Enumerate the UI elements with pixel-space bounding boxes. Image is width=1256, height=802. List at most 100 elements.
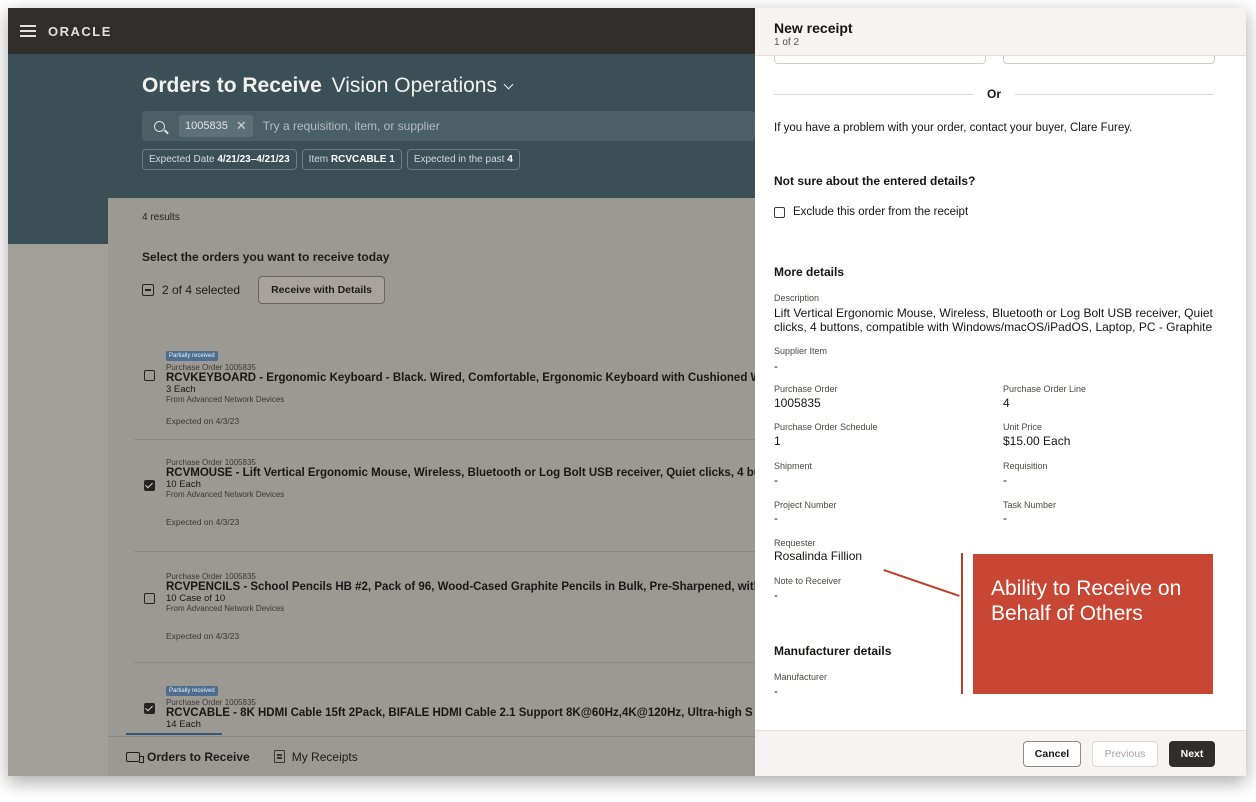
note-to-receiver-value: - (774, 588, 778, 602)
status-badge: Partially received (166, 351, 218, 361)
order-expected-date: Expected on 4/3/23 (166, 517, 240, 527)
nav-orders-to-receive[interactable]: Orders to Receive (126, 750, 250, 764)
top-bar: ORACLE (8, 8, 755, 54)
chip-value: 4/21/23–4/21/23 (217, 154, 290, 165)
input-field-stub[interactable] (1003, 56, 1215, 64)
status-badge: Partially received (166, 686, 218, 696)
unit-price-value: $15.00 Each (1003, 434, 1071, 448)
order-po: Purchase Order 1005835 (166, 698, 256, 707)
select-all-checkbox[interactable] (142, 284, 154, 296)
po-schedule-label: Purchase Order Schedule (774, 422, 878, 432)
filter-chips: Expected Date 4/21/23–4/21/23 Item RCVCA… (142, 149, 520, 170)
manufacturer-label: Manufacturer (774, 672, 828, 682)
search-token-label: 1005835 (185, 120, 228, 132)
callout-bar (961, 553, 963, 694)
order-row[interactable]: Partially received Purchase Order 100583… (134, 663, 755, 743)
oracle-logo: ORACLE (48, 23, 112, 39)
project-number-value: - (774, 511, 778, 525)
order-checkbox-checked[interactable] (144, 703, 155, 714)
search-token[interactable]: 1005835 ✕ (179, 115, 253, 137)
selection-toolbar: 2 of 4 selected Receive with Details (142, 276, 386, 304)
previous-button[interactable]: Previous (1092, 741, 1158, 767)
exclude-order-option[interactable]: Exclude this order from the receipt (774, 206, 968, 218)
chip-value: 4 (507, 154, 513, 165)
requester-value: Rosalinda Fillion (774, 549, 863, 563)
chevron-down-icon[interactable] (503, 79, 514, 90)
results-count: 4 results (142, 212, 180, 223)
business-unit-selector[interactable]: Vision Operations (332, 74, 497, 97)
input-field-stub[interactable] (774, 56, 986, 64)
order-checkbox-checked[interactable] (144, 480, 155, 491)
truck-icon (126, 751, 144, 763)
cancel-button[interactable]: Cancel (1023, 741, 1081, 767)
purchase-order-label: Purchase Order (774, 384, 838, 394)
filter-chip-expected-past[interactable]: Expected in the past 4 (406, 149, 520, 170)
orders-panel: 4 results Select the orders you want to … (108, 198, 755, 776)
nav-my-receipts[interactable]: My Receipts (273, 749, 358, 764)
order-quantity: 3 Each (166, 384, 196, 395)
app-window: ORACLE Orders to Receive Vision Operatio… (8, 8, 1246, 776)
manufacturer-value: - (774, 684, 778, 698)
task-number-value: - (1003, 511, 1007, 525)
shipment-value: - (774, 473, 778, 487)
order-item: RCVPENCILS - School Pencils HB #2, Pack … (166, 581, 755, 593)
order-row[interactable]: Purchase Order 1005835 RCVMOUSE - Lift V… (134, 440, 755, 552)
note-to-receiver-label: Note to Receiver (774, 576, 842, 586)
order-supplier: From Advanced Network Devices (166, 604, 285, 613)
page-title-text: Orders to Receive (142, 74, 322, 97)
nav-receipts-label: My Receipts (291, 749, 358, 764)
clear-token-icon[interactable]: ✕ (236, 118, 247, 134)
supplier-item-label: Supplier Item (774, 346, 828, 356)
order-expected-date: Expected on 4/3/23 (166, 416, 240, 426)
requester-label: Requester (774, 538, 816, 548)
order-quantity: 10 Each (166, 479, 201, 490)
filter-chip-item[interactable]: Item RCVCABLE 1 (301, 149, 402, 170)
order-checkbox[interactable] (144, 370, 155, 381)
search-input[interactable]: Try a requisition, item, or supplier (263, 119, 440, 133)
requisition-value: - (1003, 473, 1007, 487)
chip-label: Expected in the past (413, 154, 508, 165)
order-expected-date: Expected on 4/3/23 (166, 631, 240, 641)
shipment-label: Shipment (774, 461, 813, 471)
order-checkbox[interactable] (144, 593, 155, 604)
search-bar[interactable]: 1005835 ✕ Try a requisition, item, or su… (142, 111, 755, 141)
contact-buyer-text: If you have a problem with your order, c… (774, 122, 1133, 134)
or-text: Or (987, 87, 1002, 101)
order-item: RCVCABLE - 8K HDMI Cable 15ft 2Pack, BIF… (166, 707, 753, 719)
chip-label: Item (308, 154, 331, 165)
selection-heading: Select the orders you want to receive to… (142, 250, 390, 264)
page-title: Orders to Receive Vision Operations (142, 74, 514, 98)
description-value: Lift Vertical Ergonomic Mouse, Wireless,… (774, 306, 1213, 334)
order-item: RCVKEYBOARD - Ergonomic Keyboard - Black… (166, 372, 755, 384)
hamburger-menu-icon[interactable] (20, 25, 36, 37)
po-line-label: Purchase Order Line (1003, 384, 1087, 394)
drawer-footer: Cancel Previous Next (755, 730, 1246, 776)
drawer-title: New receipt (774, 20, 853, 36)
receive-with-details-button[interactable]: Receive with Details (258, 276, 386, 304)
order-supplier: From Advanced Network Devices (166, 395, 285, 404)
task-number-label: Task Number (1003, 500, 1057, 510)
search-icon (154, 120, 165, 132)
order-row[interactable]: Purchase Order 1005835 RCVPENCILS - Scho… (134, 552, 755, 663)
description-label: Description (774, 293, 820, 303)
exclude-order-checkbox[interactable] (774, 206, 785, 218)
purchase-order-value: 1005835 (774, 396, 821, 410)
requisition-label: Requisition (1003, 461, 1048, 471)
project-number-label: Project Number (774, 500, 837, 510)
order-po: Purchase Order 1005835 (166, 458, 256, 467)
nav-orders-label: Orders to Receive (147, 749, 250, 764)
next-button[interactable]: Next (1169, 741, 1215, 767)
order-item: RCVMOUSE - Lift Vertical Ergonomic Mouse… (166, 467, 755, 479)
order-quantity: 14 Each (166, 719, 201, 730)
order-po: Purchase Order 1005835 (166, 572, 256, 581)
callout-annotation: Ability to Receive on Behalf of Others (973, 554, 1213, 694)
chip-value: RCVCABLE 1 (330, 154, 395, 165)
order-row[interactable]: Partially received Purchase Order 100583… (134, 328, 755, 440)
drawer-header: New receipt 1 of 2 (755, 8, 1246, 56)
order-quantity: 10 Case of 10 (166, 593, 226, 604)
or-divider: Or (774, 86, 1215, 102)
filter-chip-expected-date[interactable]: Expected Date 4/21/23–4/21/23 (142, 149, 297, 170)
order-supplier: From Advanced Network Devices (166, 490, 285, 499)
not-sure-heading: Not sure about the entered details? (774, 174, 976, 188)
chip-label: Expected Date (149, 154, 218, 165)
